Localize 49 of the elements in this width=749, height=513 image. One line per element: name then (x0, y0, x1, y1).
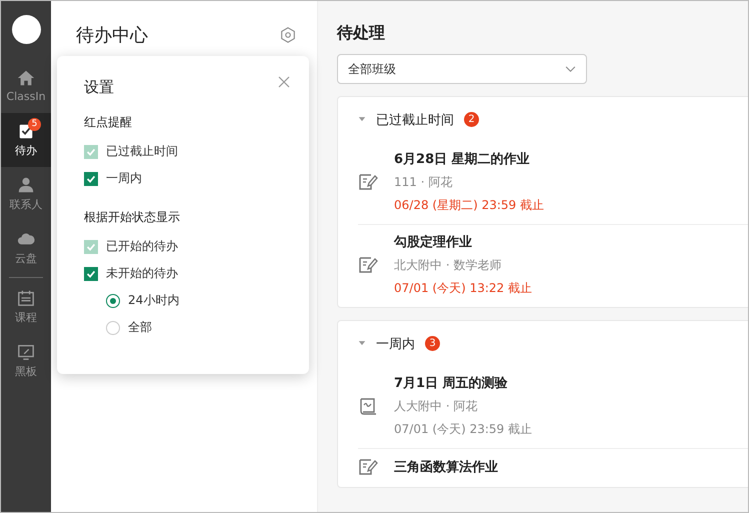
radio-option[interactable]: 全部 (84, 314, 282, 341)
class-dropdown[interactable]: 全部班级 (337, 54, 587, 84)
collapse-arrow-icon[interactable] (358, 341, 366, 346)
nav-item[interactable]: 联系人 (1, 167, 51, 221)
chevron-down-icon (565, 66, 576, 72)
person-icon (17, 176, 35, 194)
todo-deadline: 07/01 (今天) 13:22 截止 (394, 280, 532, 297)
panel-title: 待办中心 (76, 24, 148, 47)
nav-item[interactable]: 课程 (1, 280, 51, 334)
todo-source: 北大附中 · 数学老师 (394, 257, 502, 274)
section-title: 一周内 (376, 336, 415, 352)
todo-deadline: 07/01 (今天) 23:59 截止 (394, 421, 532, 438)
radio-option[interactable]: 24小时内 (84, 287, 282, 314)
nav-item[interactable]: 云盘 (1, 221, 51, 275)
checkbox-option[interactable]: 未开始的待办 (84, 260, 282, 287)
checkbox-option[interactable]: 一周内 (84, 165, 282, 192)
group-heading: 根据开始状态显示 (84, 209, 181, 226)
scroll-icon (358, 396, 378, 416)
document-pencil-icon (358, 255, 378, 275)
document-pencil-icon (358, 457, 378, 477)
todo-source: 111 · 阿花 (394, 174, 454, 191)
todo-title: 三角函数算法作业 (394, 459, 498, 476)
count-badge: 5 (28, 118, 41, 131)
todo-item[interactable]: 三角函数算法作业 (358, 449, 748, 487)
calendar-icon (17, 289, 35, 307)
todo-item[interactable]: 6月28日 星期二的作业 111 · 阿花 06/28 (星期二) 23:59 截止 (358, 142, 748, 225)
todo-deadline: 06/28 (星期二) 23:59 截止 (394, 197, 544, 214)
nav-item[interactable]: ClassIn (1, 59, 51, 113)
count-badge: 3 (425, 336, 440, 351)
todo-item[interactable]: 7月1日 周五的测验 人大附中 · 阿花 07/01 (今天) 23:59 截止 (358, 366, 748, 449)
group-heading: 红点提醒 (84, 114, 133, 131)
monitor-icon (17, 343, 35, 361)
popup-title: 设置 (84, 78, 114, 97)
section-title: 已过截止时间 (376, 112, 454, 128)
todo-title: 6月28日 星期二的作业 (394, 151, 531, 168)
todo-title: 勾股定理作业 (394, 234, 473, 251)
nav-item[interactable]: 5 待办 (1, 113, 51, 167)
avatar-icon[interactable] (12, 15, 40, 44)
close-icon[interactable] (278, 76, 290, 88)
page-title: 待处理 (337, 23, 386, 44)
nav-item[interactable]: 黑板 (1, 334, 51, 388)
todo-source: 人大附中 · 阿花 (394, 398, 478, 415)
collapse-arrow-icon[interactable] (358, 117, 366, 122)
todo-title: 7月1日 周五的测验 (394, 375, 509, 392)
document-pencil-icon (358, 172, 378, 192)
todo-item[interactable]: 勾股定理作业 北大附中 · 数学老师 07/01 (今天) 13:22 截止 (358, 225, 748, 307)
count-badge: 2 (464, 112, 479, 127)
home-icon (17, 69, 35, 87)
settings-icon[interactable] (279, 26, 297, 44)
